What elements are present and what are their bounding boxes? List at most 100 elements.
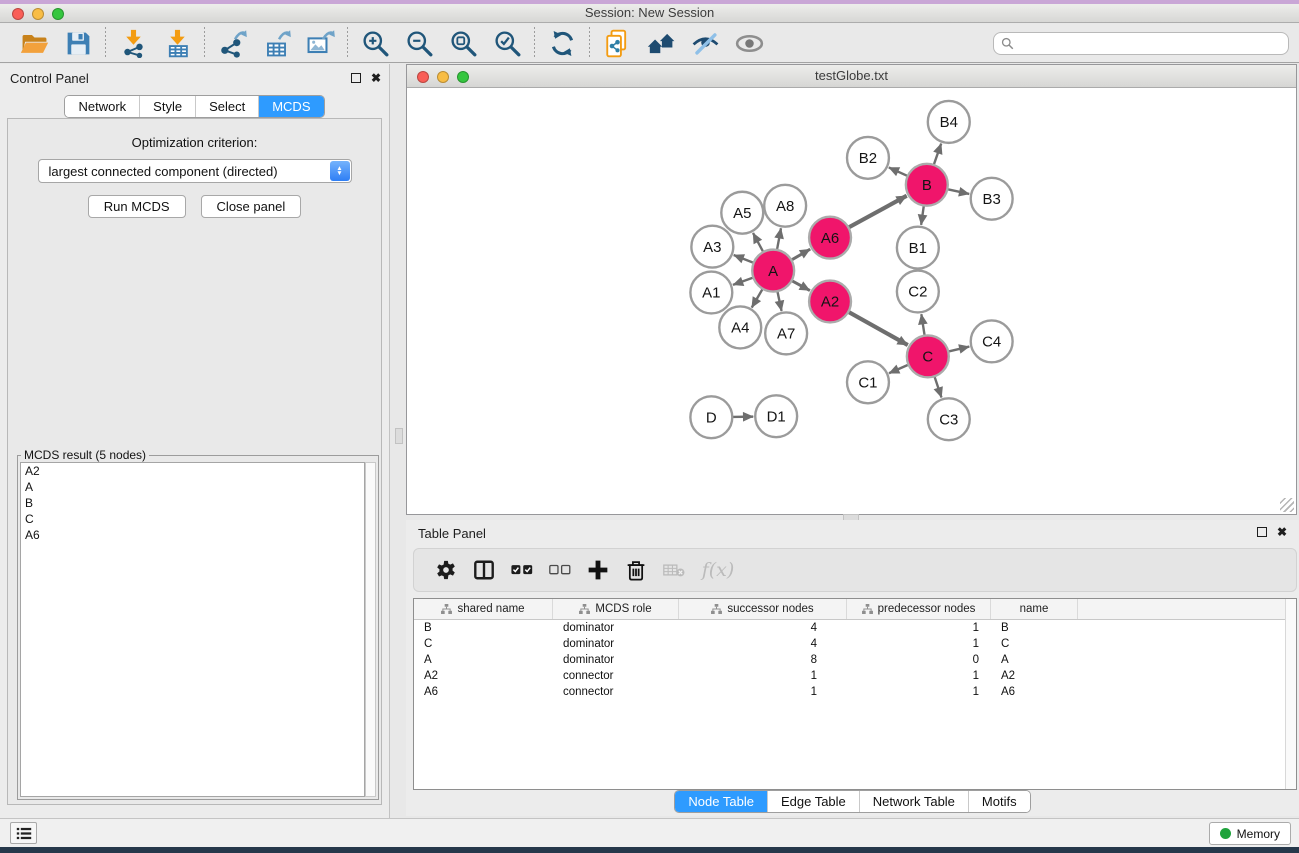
table-row[interactable]: A2connector11A2 <box>414 668 1296 684</box>
network-zoom-icon[interactable] <box>457 71 469 83</box>
result-item-a6[interactable]: A6 <box>21 527 364 543</box>
task-history-button[interactable] <box>10 822 37 844</box>
zoom-in-icon[interactable] <box>353 25 397 61</box>
graph-node-B2[interactable]: B2 <box>847 137 889 179</box>
result-item-a2[interactable]: A2 <box>21 463 364 479</box>
run-mcds-button[interactable]: Run MCDS <box>88 195 186 218</box>
select-all-icon[interactable] <box>506 554 538 586</box>
close-panel-button[interactable]: Close panel <box>201 195 302 218</box>
graph-node-C1[interactable]: C1 <box>847 361 889 403</box>
optimization-dropdown[interactable]: largest connected component (directed) ▲… <box>38 159 352 183</box>
graph-node-C2[interactable]: C2 <box>897 271 939 313</box>
network-close-icon[interactable] <box>417 71 429 83</box>
import-network-icon[interactable] <box>111 25 155 61</box>
zoom-selected-icon[interactable] <box>485 25 529 61</box>
graph-node-B3[interactable]: B3 <box>971 178 1013 220</box>
tab-network-table[interactable]: Network Table <box>859 791 968 812</box>
graph-node-A3[interactable]: A3 <box>691 226 733 268</box>
resize-grip[interactable] <box>1280 498 1294 512</box>
table-toolbar: f(x) <box>413 548 1297 592</box>
float-table-panel-icon[interactable] <box>1257 527 1267 537</box>
graph-node-A6[interactable]: A6 <box>809 217 851 259</box>
graph-node-A2[interactable]: A2 <box>809 281 851 323</box>
zoom-out-icon[interactable] <box>397 25 441 61</box>
tab-node-table[interactable]: Node Table <box>675 791 767 812</box>
table-row[interactable]: Bdominator41B <box>414 620 1296 636</box>
mcds-result-list[interactable]: A2ABCA6 <box>20 462 365 797</box>
network-canvas-svg: B4 B2 B B3 A5A8A6 A3 B1 A A1 C2 A2 A4A7 C4 C C1 C3 D D1 <box>407 89 1296 514</box>
graph-node-A8[interactable]: A8 <box>764 185 806 227</box>
tab-network[interactable]: Network <box>65 96 139 117</box>
export-table-icon[interactable] <box>254 25 298 61</box>
memory-button[interactable]: Memory <box>1209 822 1291 845</box>
graph-node-A5[interactable]: A5 <box>721 192 763 234</box>
hide-details-icon[interactable] <box>683 25 727 61</box>
control-panel-title: Control Panel <box>10 71 89 86</box>
app-titlebar[interactable]: Session: New Session <box>0 4 1299 23</box>
tab-motifs[interactable]: Motifs <box>968 791 1030 812</box>
delete-row-icon[interactable] <box>620 554 652 586</box>
tab-edge-table[interactable]: Edge Table <box>767 791 859 812</box>
cell-name: A <box>991 652 1078 668</box>
close-panel-icon[interactable]: ✖ <box>371 72 381 84</box>
column-label: MCDS role <box>595 603 651 615</box>
graph-node-D[interactable]: D <box>690 396 732 438</box>
column-header-mcds-role[interactable]: MCDS role <box>553 599 679 619</box>
column-header-name[interactable]: name <box>991 599 1078 619</box>
result-item-c[interactable]: C <box>21 511 364 527</box>
network-minimize-icon[interactable] <box>437 71 449 83</box>
close-window-icon[interactable] <box>12 8 24 20</box>
graph-node-B1[interactable]: B1 <box>897 227 939 269</box>
column-header-shared-name[interactable]: shared name <box>414 599 553 619</box>
show-details-icon[interactable] <box>727 25 771 61</box>
table-row[interactable]: A6connector11A6 <box>414 684 1296 700</box>
settings-icon[interactable] <box>430 554 462 586</box>
graph-node-A7[interactable]: A7 <box>765 312 807 354</box>
save-session-icon[interactable] <box>56 25 100 61</box>
float-panel-icon[interactable] <box>351 73 361 83</box>
network-window-titlebar[interactable]: testGlobe.txt <box>407 65 1296 88</box>
export-image-icon[interactable] <box>298 25 342 61</box>
show-columns-icon[interactable] <box>468 554 500 586</box>
tab-select[interactable]: Select <box>195 96 258 117</box>
tab-style[interactable]: Style <box>139 96 195 117</box>
refresh-icon[interactable] <box>540 25 584 61</box>
zoom-window-icon[interactable] <box>52 8 64 20</box>
deselect-all-icon[interactable] <box>544 554 576 586</box>
column-header-predecessor-nodes[interactable]: predecessor nodes <box>847 599 991 619</box>
close-table-panel-icon[interactable]: ✖ <box>1277 526 1287 538</box>
graph-node-B[interactable]: B <box>906 164 948 206</box>
open-file-icon[interactable] <box>12 25 56 61</box>
graph-node-C4[interactable]: C4 <box>971 320 1013 362</box>
table-row[interactable]: Adominator80A <box>414 652 1296 668</box>
result-item-a[interactable]: A <box>21 479 364 495</box>
graph-node-B4[interactable]: B4 <box>928 101 970 143</box>
network-canvas[interactable]: B4 B2 B B3 A5A8A6 A3 B1 A A1 C2 A2 A4A7 C4 C C1 C3 D D1 <box>407 89 1296 514</box>
graph-node-C[interactable]: C <box>907 335 949 377</box>
cell-predecessor-nodes: 1 <box>847 668 991 684</box>
graph-node-C3[interactable]: C3 <box>928 398 970 440</box>
import-table-icon[interactable] <box>155 25 199 61</box>
toolbar-separator <box>204 27 205 59</box>
svg-text:A3: A3 <box>703 239 721 256</box>
zoom-fit-icon[interactable] <box>441 25 485 61</box>
add-row-icon[interactable] <box>582 554 614 586</box>
search-box[interactable] <box>993 32 1289 55</box>
search-input[interactable] <box>1014 34 1288 53</box>
result-scrollbar[interactable] <box>365 462 376 797</box>
graph-node-A[interactable]: A <box>752 250 794 292</box>
result-item-b[interactable]: B <box>21 495 364 511</box>
home-icon[interactable] <box>639 25 683 61</box>
table-scrollbar[interactable] <box>1285 599 1296 789</box>
table-row[interactable]: Cdominator41C <box>414 636 1296 652</box>
graph-node-A4[interactable]: A4 <box>719 306 761 348</box>
export-network-icon[interactable] <box>210 25 254 61</box>
graph-node-A1[interactable]: A1 <box>690 272 732 314</box>
tab-mcds[interactable]: MCDS <box>258 96 323 117</box>
clipboard-network-icon[interactable] <box>595 25 639 61</box>
svg-text:D: D <box>706 409 717 426</box>
minimize-window-icon[interactable] <box>32 8 44 20</box>
vertical-splitter-handle[interactable] <box>395 428 403 444</box>
column-header-successor-nodes[interactable]: successor nodes <box>679 599 847 619</box>
graph-node-D1[interactable]: D1 <box>755 395 797 437</box>
